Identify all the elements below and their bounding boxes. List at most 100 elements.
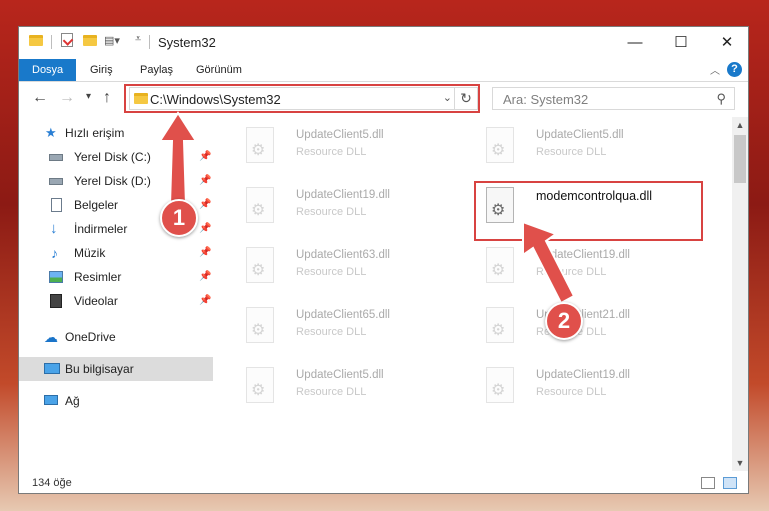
sidebar-item-this-pc[interactable]: Bu bilgisayar bbox=[19, 357, 213, 381]
file-name: UpdateClient65.dll bbox=[296, 309, 390, 321]
customize-toolbar-icon[interactable]: ▤▾ bbox=[104, 34, 120, 47]
sidebar-item-local-disk-c[interactable]: Yerel Disk (C:) 📌 bbox=[19, 145, 213, 169]
pin-icon[interactable]: 📌 bbox=[199, 289, 211, 313]
tab-share[interactable]: Paylaş bbox=[140, 59, 173, 81]
sidebar-item-label: Hızlı erişim bbox=[65, 126, 125, 140]
tab-home[interactable]: Giriş bbox=[90, 59, 113, 81]
dll-file-icon: ⚙ bbox=[486, 367, 514, 403]
pin-icon[interactable]: 📌 bbox=[199, 265, 211, 289]
gear-icon: ⚙ bbox=[491, 262, 506, 279]
large-icons-view-icon[interactable] bbox=[723, 477, 737, 489]
search-input[interactable] bbox=[501, 91, 705, 108]
sidebar-item-label: Yerel Disk (D:) bbox=[74, 174, 151, 188]
list-item[interactable]: ⚙ UpdateClient19.dll Resource DLL bbox=[236, 181, 466, 233]
close-button[interactable]: ✕ bbox=[704, 27, 748, 57]
sidebar-item-label: Yerel Disk (C:) bbox=[74, 150, 151, 164]
tab-view[interactable]: Görünüm bbox=[196, 59, 242, 81]
file-name: UpdateClient5.dll bbox=[296, 369, 384, 381]
file-name: UpdateClient19.dll bbox=[536, 249, 630, 261]
dll-file-icon: ⚙ bbox=[486, 307, 514, 343]
sidebar-item-label: OneDrive bbox=[65, 330, 116, 344]
dll-file-icon: ⚙ bbox=[246, 187, 274, 223]
minimize-button[interactable]: — bbox=[612, 27, 658, 57]
pin-icon[interactable]: 📌 bbox=[199, 193, 211, 217]
up-icon[interactable]: ↑ bbox=[103, 89, 111, 107]
scroll-down-icon[interactable]: ▼ bbox=[732, 455, 748, 471]
gear-icon: ⚙ bbox=[251, 322, 266, 339]
title-bar: ▤▾ ⩡ System32 — ☐ ✕ bbox=[19, 27, 748, 59]
sidebar-item-network[interactable]: Ağ bbox=[19, 389, 213, 413]
item-count: 134 öğe bbox=[32, 477, 72, 489]
window-title: System32 bbox=[158, 35, 216, 50]
drive-icon bbox=[49, 154, 63, 161]
sidebar-item-label: Ağ bbox=[65, 394, 80, 408]
sidebar-item-pictures[interactable]: Resimler 📌 bbox=[19, 265, 213, 289]
file-name: UpdateClient5.dll bbox=[536, 129, 624, 141]
ribbon-tabs: Dosya Giriş Paylaş Görünüm ︿ ? bbox=[19, 59, 748, 82]
new-folder-icon[interactable] bbox=[83, 35, 97, 46]
video-icon bbox=[50, 294, 62, 308]
search-icon[interactable]: ⚲ bbox=[716, 91, 726, 107]
file-type: Resource DLL bbox=[296, 206, 367, 218]
sidebar-item-videos[interactable]: Videolar 📌 bbox=[19, 289, 213, 313]
list-item[interactable]: ⚙ UpdateClient5.dll Resource DLL bbox=[236, 121, 466, 173]
dll-file-icon: ⚙ bbox=[486, 127, 514, 163]
recent-locations-icon[interactable]: ▾ bbox=[86, 91, 91, 102]
dll-file-icon: ⚙ bbox=[246, 247, 274, 283]
network-icon bbox=[44, 395, 58, 405]
tab-file[interactable]: Dosya bbox=[19, 59, 77, 81]
forward-icon[interactable]: → bbox=[59, 89, 75, 107]
sidebar-item-label: Bu bilgisayar bbox=[65, 362, 134, 376]
computer-icon bbox=[44, 363, 60, 374]
sidebar-item-onedrive[interactable]: ☁ OneDrive bbox=[19, 325, 213, 349]
list-item[interactable]: ⚙ UpdateClient19.dll Resource DLL bbox=[476, 361, 706, 413]
dll-file-icon: ⚙ bbox=[246, 127, 274, 163]
dll-file-icon: ⚙ bbox=[486, 247, 514, 283]
pin-icon[interactable]: 📌 bbox=[199, 241, 211, 265]
dll-file-icon: ⚙ bbox=[246, 367, 274, 403]
scroll-up-icon[interactable]: ▲ bbox=[732, 117, 748, 133]
maximize-button[interactable]: ☐ bbox=[658, 27, 704, 57]
file-highlight-box bbox=[474, 181, 703, 241]
sidebar-item-quick-access[interactable]: ★ Hızlı erişim bbox=[19, 121, 213, 145]
sidebar-item-label: Belgeler bbox=[74, 198, 119, 212]
music-icon: ♪ bbox=[51, 245, 58, 261]
file-type: Resource DLL bbox=[296, 146, 367, 158]
pin-icon[interactable]: 📌 bbox=[199, 169, 211, 193]
drive-icon bbox=[49, 178, 63, 185]
help-button[interactable]: ? bbox=[727, 62, 742, 77]
sidebar-item-music[interactable]: ♪ Müzik 📌 bbox=[19, 241, 213, 265]
divider bbox=[149, 35, 150, 49]
gear-icon: ⚙ bbox=[251, 142, 266, 159]
list-item[interactable]: ⚙ UpdateClient21.dll Resource DLL bbox=[476, 301, 706, 353]
sidebar-item-local-disk-d[interactable]: Yerel Disk (D:) 📌 bbox=[19, 169, 213, 193]
file-list: ⚙ UpdateClient5.dll Resource DLL ⚙ Updat… bbox=[224, 117, 729, 472]
document-icon bbox=[51, 198, 62, 212]
quick-access-dropdown-icon[interactable]: ⩡ bbox=[135, 33, 141, 46]
scroll-thumb[interactable] bbox=[734, 135, 746, 183]
back-icon[interactable]: ← bbox=[32, 89, 48, 107]
vertical-scrollbar[interactable]: ▲ ▼ bbox=[732, 117, 748, 471]
file-name: UpdateClient63.dll bbox=[296, 249, 390, 261]
list-item[interactable]: ⚙ UpdateClient5.dll Resource DLL bbox=[236, 361, 466, 413]
pin-icon[interactable]: 📌 bbox=[199, 217, 211, 241]
file-name: UpdateClient5.dll bbox=[296, 129, 384, 141]
star-icon: ★ bbox=[45, 125, 57, 140]
gear-icon: ⚙ bbox=[251, 382, 266, 399]
file-type: Resource DLL bbox=[296, 326, 367, 338]
search-box[interactable]: ⚲ bbox=[492, 87, 735, 110]
list-item[interactable]: ⚙ UpdateClient19.dll Resource DLL bbox=[476, 241, 706, 293]
gear-icon: ⚙ bbox=[491, 322, 506, 339]
sidebar-item-label: İndirmeler bbox=[74, 222, 128, 236]
address-highlight-box bbox=[124, 84, 480, 113]
details-view-icon[interactable] bbox=[701, 477, 715, 489]
file-name: UpdateClient19.dll bbox=[536, 369, 630, 381]
properties-icon[interactable] bbox=[61, 33, 74, 47]
list-item[interactable]: ⚙ UpdateClient63.dll Resource DLL bbox=[236, 241, 466, 293]
list-item[interactable]: ⚙ UpdateClient5.dll Resource DLL bbox=[476, 121, 706, 173]
pin-icon[interactable]: 📌 bbox=[199, 145, 211, 169]
dll-file-icon: ⚙ bbox=[246, 307, 274, 343]
collapse-ribbon-icon[interactable]: ︿ bbox=[710, 62, 720, 77]
list-item[interactable]: ⚙ UpdateClient65.dll Resource DLL bbox=[236, 301, 466, 353]
pictures-icon bbox=[49, 271, 63, 283]
